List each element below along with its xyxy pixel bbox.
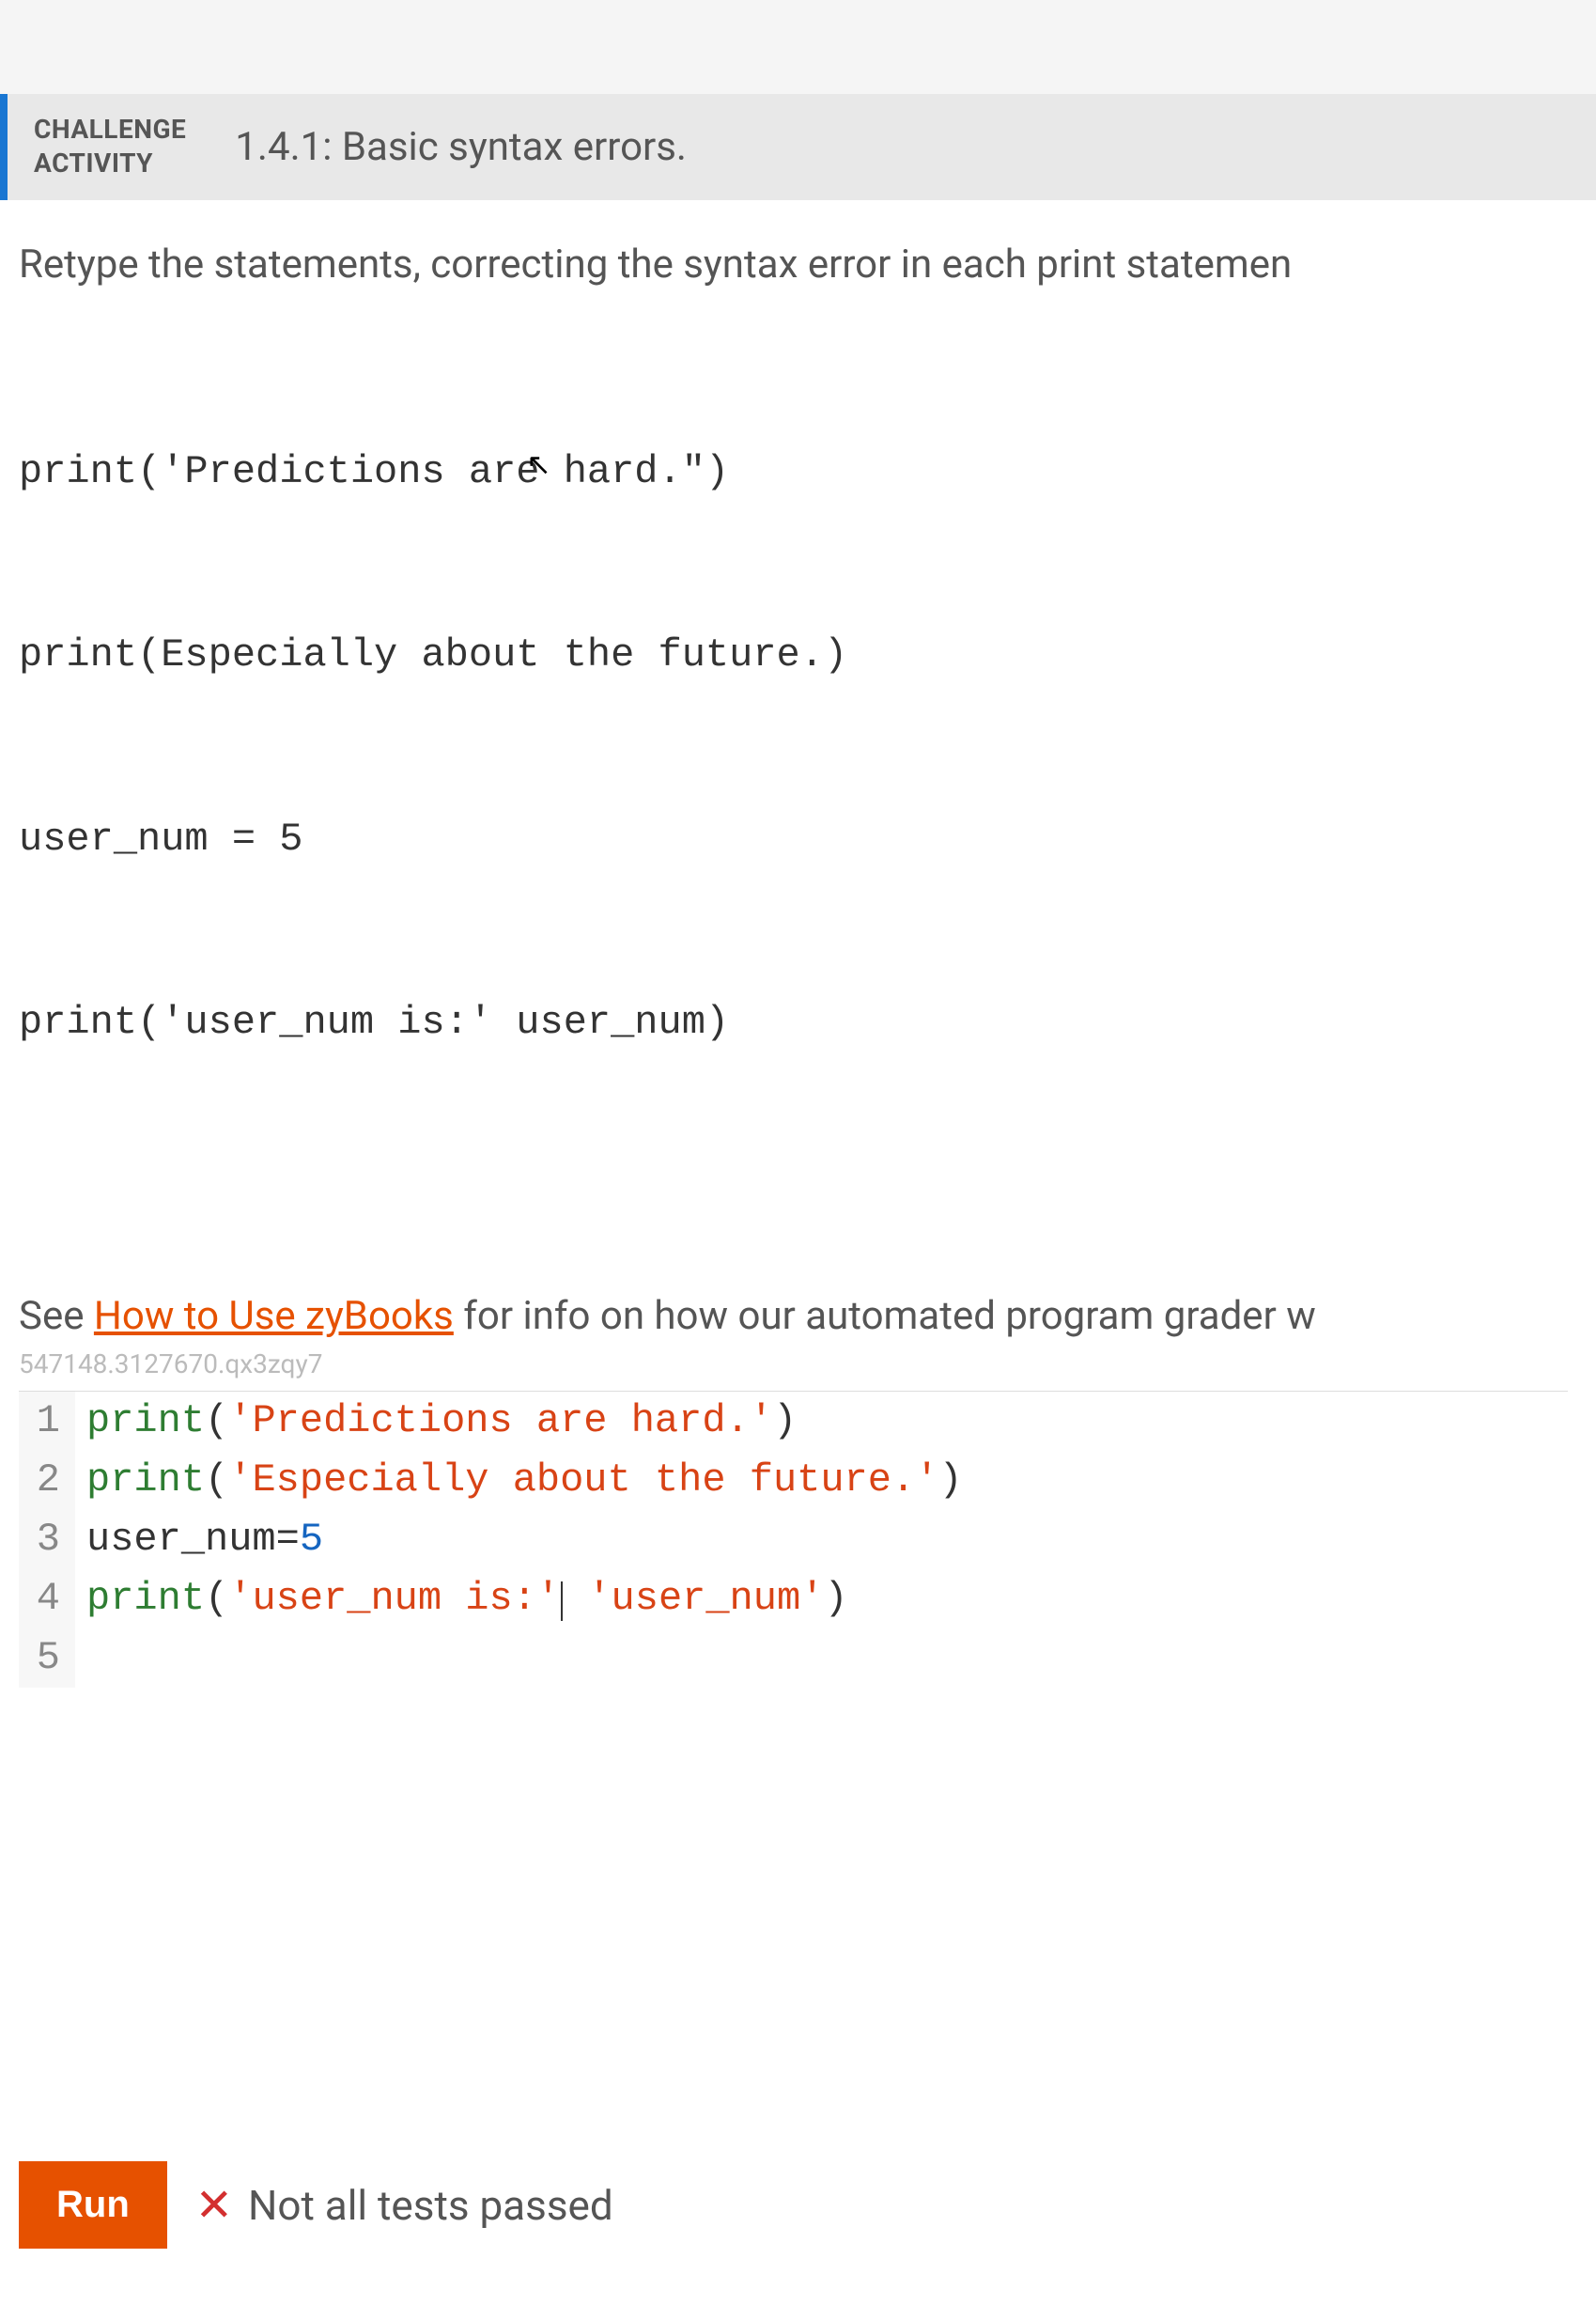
challenge-label-line2: ACTIVITY	[34, 147, 186, 180]
line-number: 1	[19, 1392, 75, 1451]
challenge-activity-label: CHALLENGE ACTIVITY	[8, 94, 212, 200]
see-suffix: for info on how our automated program gr…	[454, 1293, 1316, 1339]
see-prefix: See	[19, 1293, 94, 1339]
problem-code-line: print('user_num is:' user_num)	[19, 992, 1568, 1053]
code-line-text[interactable]: print('Especially about the future.')	[75, 1451, 963, 1510]
activity-title: 1.4.1: Basic syntax errors.	[212, 94, 1596, 200]
editor-line[interactable]: 2print('Especially about the future.')	[19, 1451, 1568, 1510]
line-number: 4	[19, 1569, 75, 1628]
problem-code-line: print('Predictions are hard.")	[19, 442, 1568, 503]
x-icon: ✕	[195, 2183, 233, 2228]
editor-line[interactable]: 1print('Predictions are hard.')	[19, 1392, 1568, 1451]
instructions-text: Retype the statements, correcting the sy…	[19, 238, 1568, 293]
test-result-status: ✕ Not all tests passed	[195, 2181, 613, 2230]
line-number: 5	[19, 1628, 75, 1688]
editor-line[interactable]: 3user_num=5	[19, 1510, 1568, 1569]
code-editor[interactable]: 1print('Predictions are hard.')2print('E…	[19, 1391, 1568, 2142]
challenge-label-line1: CHALLENGE	[34, 113, 186, 147]
how-to-use-zybooks-link[interactable]: How to Use zyBooks	[94, 1293, 454, 1339]
text-cursor	[561, 1581, 563, 1621]
result-status-text: Not all tests passed	[248, 2181, 613, 2230]
problem-code-line: user_num = 5	[19, 809, 1568, 870]
watermark-text: 547148.3127670.qx3zqy7	[19, 1348, 1568, 1379]
code-line-text[interactable]	[75, 1628, 86, 1688]
code-line-text[interactable]: print('Predictions are hard.')	[75, 1392, 797, 1451]
editor-line[interactable]: 4print('user_num is:' 'user_num')	[19, 1569, 1568, 1628]
activity-content: Retype the statements, correcting the sy…	[0, 200, 1596, 2305]
code-line-text[interactable]: user_num=5	[75, 1510, 323, 1569]
line-number: 3	[19, 1510, 75, 1569]
see-how-line: See How to Use zyBooks for info on how o…	[19, 1293, 1568, 1339]
editor-line[interactable]: 5	[19, 1628, 1568, 1688]
problem-code-line: print(Especially about the future.)	[19, 625, 1568, 686]
run-button[interactable]: Run	[19, 2161, 167, 2249]
problem-code-block: print('Predictions are hard.") print(Esp…	[19, 319, 1568, 1237]
activity-header: CHALLENGE ACTIVITY 1.4.1: Basic syntax e…	[0, 94, 1596, 200]
line-number: 2	[19, 1451, 75, 1510]
run-bar: Run ✕ Not all tests passed	[19, 2142, 1568, 2286]
code-line-text[interactable]: print('user_num is:' 'user_num')	[75, 1569, 848, 1628]
